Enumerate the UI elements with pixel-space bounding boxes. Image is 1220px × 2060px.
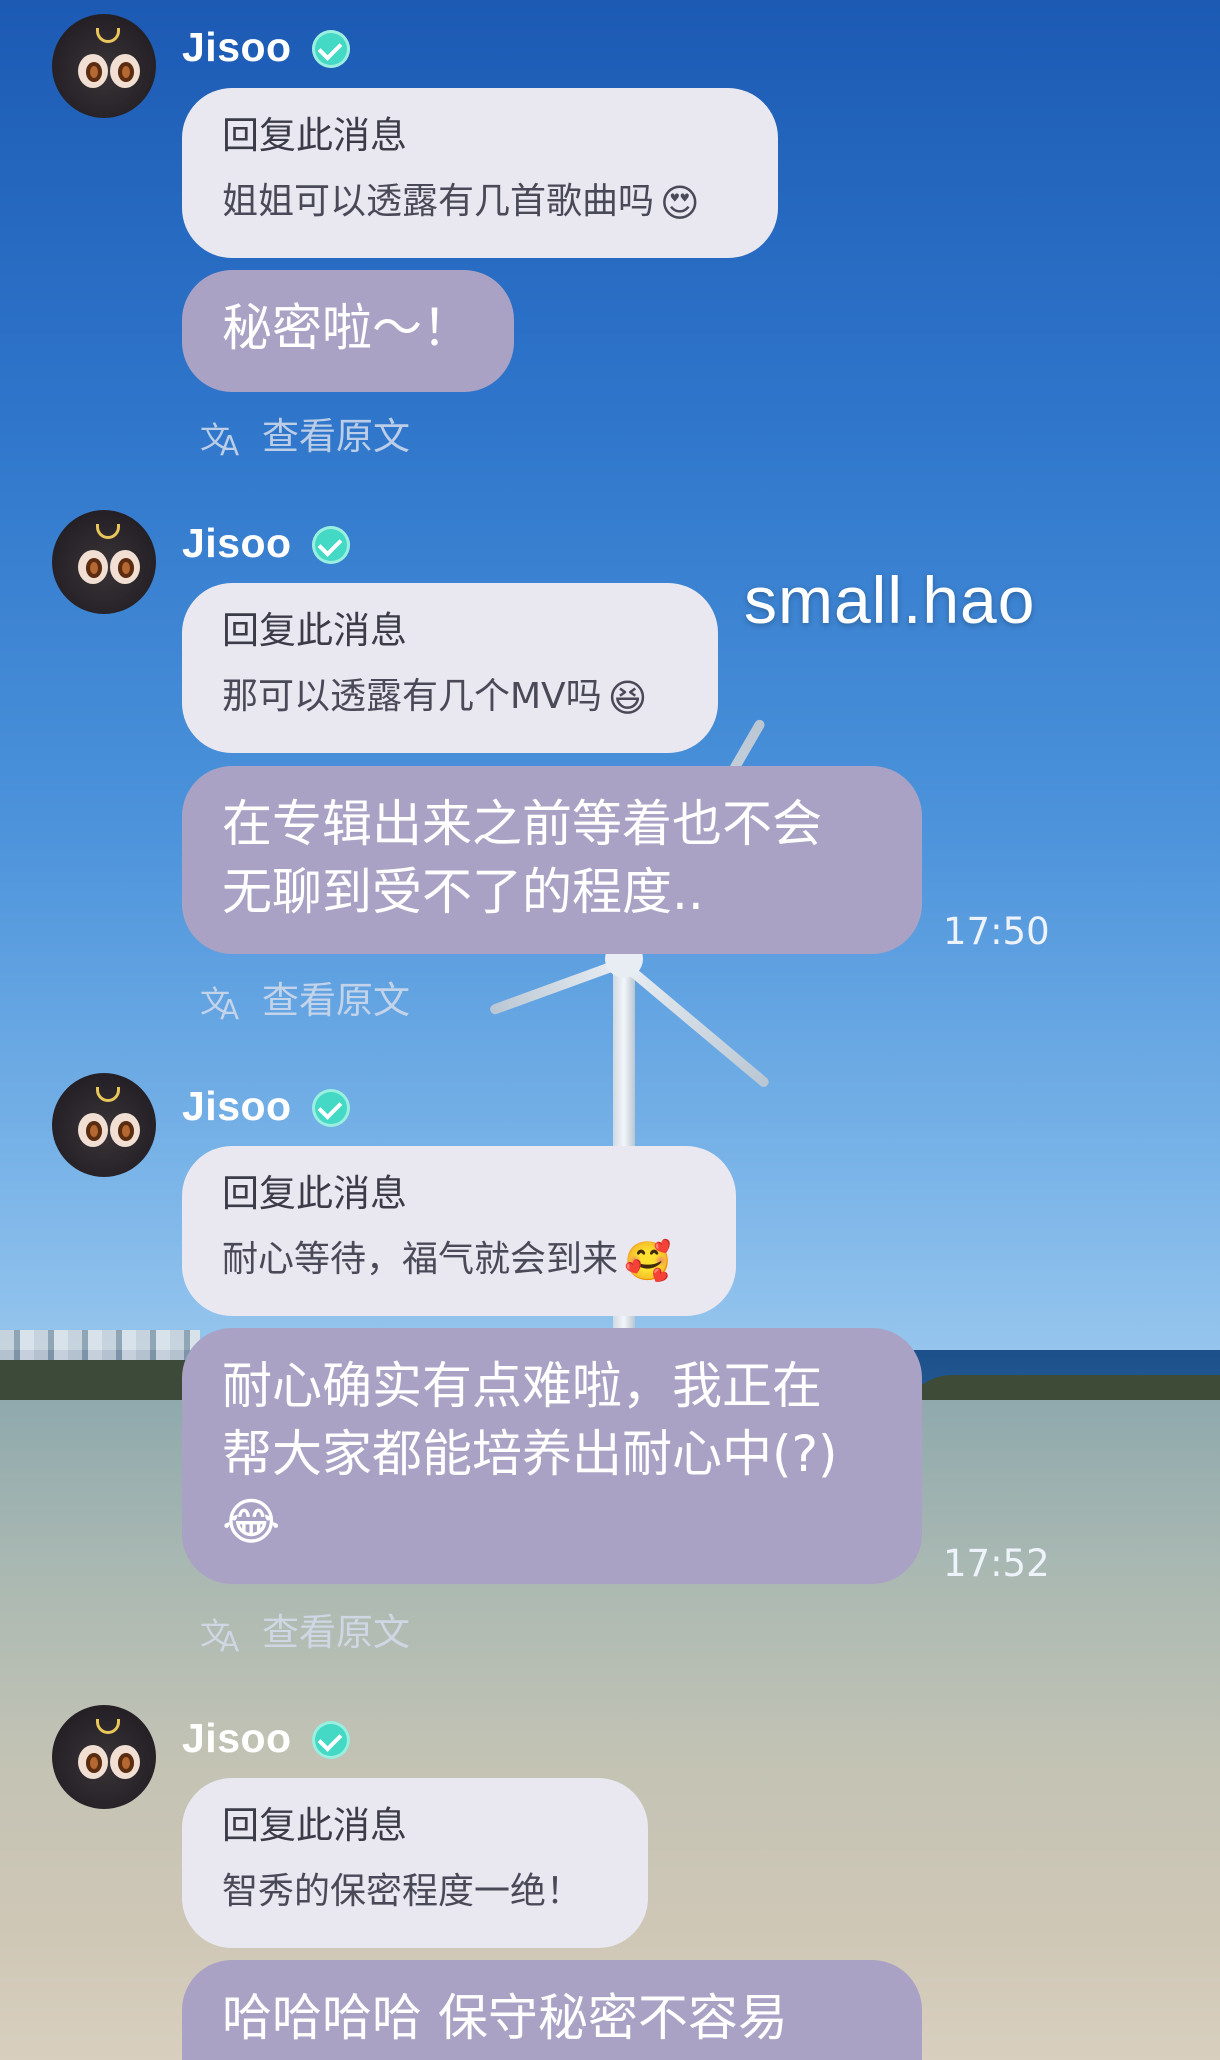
crescent-moon-icon [96, 524, 120, 539]
verified-badge-icon [312, 30, 350, 68]
reply-bubble[interactable]: 秘密啦～！ [182, 270, 514, 392]
timestamp: 17:52 [943, 1542, 1050, 1585]
sender-name[interactable]: Jisoo [182, 1083, 292, 1130]
quote-body: 姐姐可以透露有几首歌曲吗 😍 [222, 181, 700, 225]
reply-bubble[interactable]: 哈哈哈哈 保守秘密不容易 [182, 1960, 922, 2060]
quoted-message[interactable]: 回复此消息 姐姐可以透露有几首歌曲吗 😍 [182, 88, 778, 258]
crescent-moon-icon [96, 1719, 120, 1734]
reply-text-line: 在专辑出来之前等着也不会 [222, 795, 822, 853]
translate-icon [200, 1609, 244, 1658]
reply-text-line: 帮大家都能培养出耐心中(?) [222, 1425, 838, 1483]
reply-emoji-line: 😂 [222, 1488, 882, 1556]
watermark: small.hao [744, 563, 1036, 637]
reply-text-line: 无聊到受不了的程度.. [222, 863, 704, 921]
distant-town [0, 1330, 200, 1360]
quote-body: 耐心等待，福气就会到来 🥰 [222, 1239, 672, 1283]
reply-text: 秘密啦～！ [222, 299, 472, 357]
tears-of-joy-emoji-icon: 😂 [222, 1493, 281, 1551]
quote-body: 智秀的保密程度一绝！ [222, 1871, 583, 1912]
reply-text: 哈哈哈哈 保守秘密不容易 [222, 1989, 788, 2047]
quote-title: 回复此消息 [222, 1172, 407, 1215]
view-original-button[interactable]: 查看原文 [200, 970, 410, 1026]
view-original-button[interactable]: 查看原文 [200, 406, 410, 462]
view-original-button[interactable]: 查看原文 [200, 1602, 410, 1658]
avatar[interactable] [52, 1073, 156, 1177]
quoted-message[interactable]: 回复此消息 耐心等待，福气就会到来 🥰 [182, 1146, 736, 1316]
verified-badge-icon [312, 526, 350, 564]
reply-text-line: 耐心确实有点难啦，我正在 [222, 1357, 822, 1415]
crescent-moon-icon [96, 1087, 120, 1102]
sender-name[interactable]: Jisoo [182, 24, 292, 71]
grinning-squint-emoji-icon: 😆 [607, 676, 648, 720]
quote-title: 回复此消息 [222, 1804, 407, 1847]
reply-bubble[interactable]: 耐心确实有点难啦，我正在 帮大家都能培养出耐心中(?) 😂 [182, 1328, 922, 1584]
verified-badge-icon [312, 1089, 350, 1127]
avatar[interactable] [52, 14, 156, 118]
quote-title: 回复此消息 [222, 114, 407, 157]
verified-badge-icon [312, 1721, 350, 1759]
timestamp: 17:50 [943, 910, 1050, 953]
smiling-hearts-emoji-icon: 🥰 [624, 1239, 672, 1283]
quoted-message[interactable]: 回复此消息 智秀的保密程度一绝！ [182, 1778, 648, 1948]
avatar[interactable] [52, 510, 156, 614]
reply-bubble[interactable]: 在专辑出来之前等着也不会 无聊到受不了的程度.. [182, 766, 922, 954]
avatar[interactable] [52, 1705, 156, 1809]
crescent-moon-icon [96, 28, 120, 43]
translate-icon [200, 977, 244, 1026]
translate-icon [200, 413, 244, 462]
quote-title: 回复此消息 [222, 609, 407, 652]
heart-eyes-emoji-icon: 😍 [660, 181, 700, 225]
quote-body: 那可以透露有几个MV吗 😆 [222, 676, 648, 720]
sender-name[interactable]: Jisoo [182, 1715, 292, 1762]
sender-name[interactable]: Jisoo [182, 520, 292, 567]
quoted-message[interactable]: 回复此消息 那可以透露有几个MV吗 😆 [182, 583, 718, 753]
